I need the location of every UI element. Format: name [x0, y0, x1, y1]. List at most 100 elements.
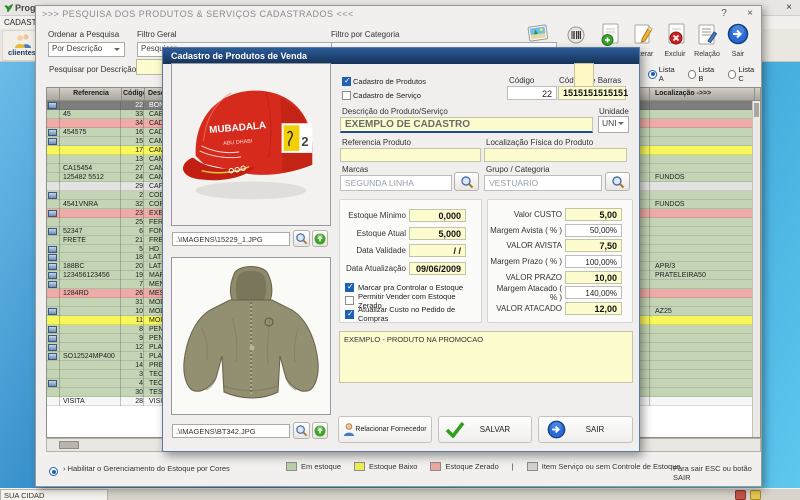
group-category-field[interactable]: VESTUARIO	[484, 175, 602, 191]
description-field[interactable]: EXEMPLO DE CADASTRO	[340, 117, 593, 133]
category-filter-label: Filtro por Categoria	[331, 30, 399, 39]
stock-field[interactable]: 5,000	[409, 227, 466, 240]
row-localizacao	[651, 289, 755, 298]
legend-item: Estoque Baixo	[354, 462, 417, 471]
price-field-row: Margem Avista ( % )50,00%	[488, 223, 632, 239]
row-localizacao	[651, 182, 755, 191]
main-close-button[interactable]: ×	[786, 2, 792, 13]
codigo-field[interactable]: 22	[507, 86, 557, 100]
photo1-load-button[interactable]	[312, 230, 328, 247]
barcode-field[interactable]: 1515151515151	[558, 86, 626, 100]
price-field[interactable]: 100,00%	[565, 255, 622, 268]
add-record-icon[interactable]	[599, 23, 621, 47]
checkbox-unchecked-icon	[345, 296, 354, 305]
photo2-search-button[interactable]	[293, 422, 310, 439]
header-localizacao[interactable]: Localização ->>>	[651, 88, 755, 100]
price-field[interactable]: 12,00	[565, 302, 622, 315]
brand-field[interactable]: SEGUNDA LINHA	[340, 175, 452, 191]
row-localizacao	[651, 379, 755, 388]
group-search-button[interactable]	[605, 172, 630, 191]
product-reference-field[interactable]	[340, 148, 481, 162]
row-image-icon	[47, 146, 60, 155]
row-image-icon	[47, 379, 60, 388]
stock-field[interactable]: 09/06/2009	[409, 262, 466, 275]
row-localizacao	[651, 253, 755, 262]
unit-select[interactable]: UNI	[598, 116, 629, 133]
observation-textarea[interactable]: EXEMPLO - PRODUTO NA PROMOCAO	[339, 331, 633, 383]
row-image-icon	[47, 227, 60, 236]
row-image-icon	[47, 352, 60, 361]
stock-rows: Estoque Mínimo0,000Estoque Atual5,000Dat…	[340, 207, 481, 277]
list-radio-lista-b[interactable]: Lista B	[688, 65, 721, 83]
row-codigo: 31	[123, 298, 144, 307]
row-codigo: 5	[123, 245, 144, 254]
physical-location-field[interactable]	[484, 148, 627, 162]
stock-field-row: Data Atualização09/06/2009	[340, 260, 481, 278]
price-field[interactable]: 5,00	[565, 208, 622, 221]
tray-folder-icon[interactable]	[750, 490, 761, 500]
row-codigo: 1	[123, 352, 144, 361]
list-radio-lista-c[interactable]: Lista C	[728, 65, 761, 83]
stock-field[interactable]: 0,000	[409, 209, 466, 222]
exit-modal-button[interactable]: SAIR	[538, 416, 633, 443]
row-referencia	[61, 280, 121, 289]
row-image-icon	[47, 236, 60, 245]
barcode-icon[interactable]	[567, 26, 585, 44]
stock-field-row: Data Validade/ /	[340, 242, 481, 260]
row-codigo: 15	[123, 137, 144, 146]
header-referencia[interactable]: Referencia	[61, 88, 122, 100]
save-button[interactable]: SALVAR	[438, 416, 532, 443]
exit-icon[interactable]	[727, 23, 749, 45]
price-field[interactable]: 50,00%	[565, 224, 622, 237]
row-codigo: 14	[123, 361, 144, 370]
tray-red-icon[interactable]	[735, 490, 746, 500]
row-localizacao	[651, 236, 755, 245]
list-radio-lista-a[interactable]: Lista A	[648, 65, 681, 83]
photo-icon[interactable]	[527, 23, 549, 47]
row-codigo: 10	[123, 307, 144, 316]
row-referencia: FRETE	[61, 236, 121, 245]
green-orb-icon	[314, 233, 326, 245]
stock-field[interactable]: / /	[409, 244, 466, 257]
delete-record-icon[interactable]	[665, 23, 687, 47]
magnifier-icon	[460, 175, 474, 189]
photo1-path-input[interactable]: .\IMAGENS\15229_1.JPG	[172, 232, 290, 246]
vertical-scroll-thumb[interactable]	[754, 103, 759, 117]
header-codigo[interactable]: Código	[123, 88, 145, 100]
modal-titlebar[interactable]: Cadastro de Produtos de Venda	[163, 48, 639, 64]
row-image-icon	[47, 155, 60, 164]
row-codigo: 25	[123, 218, 144, 227]
relate-supplier-button[interactable]: Relacionar Fornecedor	[338, 416, 432, 443]
row-image-icon	[47, 334, 60, 343]
delete-label: Excluir	[660, 51, 690, 58]
service-type-checkbox[interactable]: Cadastro de Serviço	[342, 91, 421, 100]
row-image-icon	[47, 218, 60, 227]
horizontal-scroll-thumb[interactable]	[59, 441, 79, 449]
row-localizacao: APR/3	[651, 262, 755, 271]
row-referencia: 1284RD	[61, 289, 121, 298]
brand-search-button[interactable]	[454, 172, 479, 191]
photo2-path-input[interactable]: .\IMAGENS\BT342.JPG	[172, 424, 290, 438]
row-codigo: 4	[123, 379, 144, 388]
price-field[interactable]: 7,50	[565, 239, 622, 252]
row-localizacao	[651, 325, 755, 334]
edit-record-icon[interactable]	[632, 23, 654, 47]
help-button[interactable]: ?	[716, 8, 732, 19]
report-icon[interactable]	[696, 23, 718, 47]
price-field[interactable]: 140,00%	[565, 286, 622, 299]
search-description-label: Pesquisar por Descrição	[49, 65, 136, 74]
close-window-button[interactable]: ×	[742, 8, 758, 19]
price-field[interactable]: 10,00	[565, 271, 622, 284]
jacket-photo	[172, 258, 330, 414]
order-search-select[interactable]: Por Descrição	[48, 42, 125, 57]
row-referencia	[61, 370, 121, 379]
photo1-search-button[interactable]	[293, 230, 310, 247]
stock-flag-checkbox[interactable]: Atualizar Custo no Pedido de Compras	[340, 307, 481, 321]
physical-location-label: Localização Física do Produto	[486, 138, 593, 147]
row-localizacao	[651, 191, 755, 200]
product-type-checkbox[interactable]: Cadastro de Produtos	[342, 77, 426, 86]
vertical-scrollbar[interactable]	[752, 101, 760, 437]
row-referencia	[61, 137, 121, 146]
photo2-load-button[interactable]	[312, 422, 328, 439]
color-management-radio[interactable]	[49, 467, 58, 476]
